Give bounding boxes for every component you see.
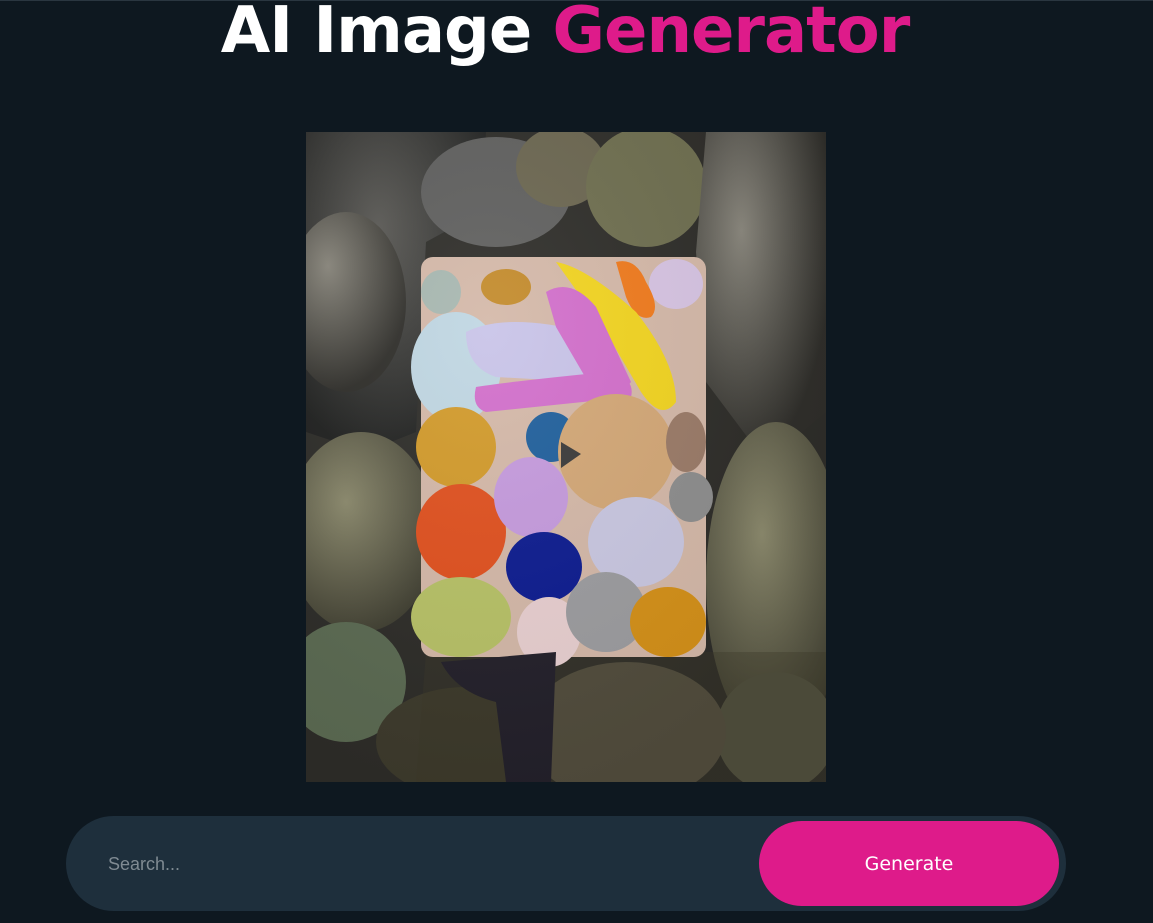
generated-image — [306, 132, 826, 782]
search-input[interactable] — [106, 842, 750, 886]
page-title: AI Image Generator — [0, 0, 1130, 73]
generate-button[interactable]: Generate — [759, 821, 1059, 906]
search-bar: Generate — [66, 816, 1066, 911]
title-main-text: AI Image — [220, 0, 533, 68]
title-accent-text: Generator — [552, 0, 911, 68]
generated-image-artwork — [306, 132, 826, 782]
app-page: AI Image Generator Search... Generate — [0, 0, 1153, 923]
